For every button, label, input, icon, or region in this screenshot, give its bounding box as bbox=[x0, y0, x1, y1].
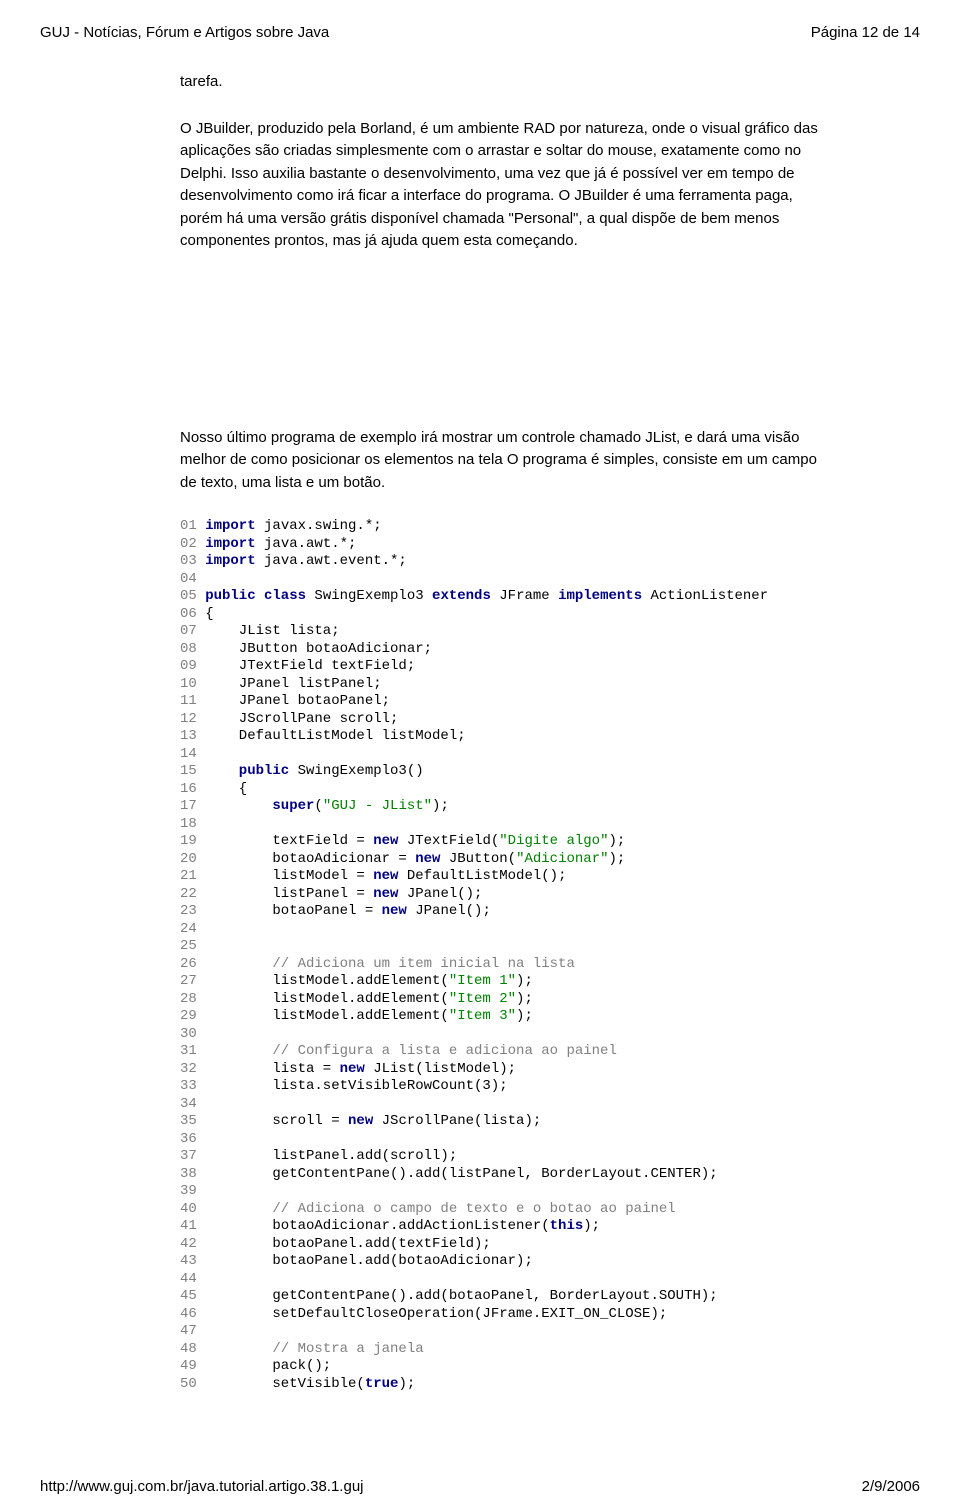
code-line: 30 bbox=[180, 1026, 820, 1044]
code-line: 19 textField = new JTextField("Digite al… bbox=[180, 833, 820, 851]
code-line: 09 JTextField textField; bbox=[180, 658, 820, 676]
code-line: 41 botaoAdicionar.addActionListener(this… bbox=[180, 1218, 820, 1236]
code-line: 25 bbox=[180, 938, 820, 956]
code-line: 20 botaoAdicionar = new JButton("Adicion… bbox=[180, 851, 820, 869]
code-line: 38 getContentPane().add(listPanel, Borde… bbox=[180, 1166, 820, 1184]
code-line: 14 bbox=[180, 746, 820, 764]
code-line: 13 DefaultListModel listModel; bbox=[180, 728, 820, 746]
footer-url: http://www.guj.com.br/java.tutorial.arti… bbox=[40, 1478, 364, 1495]
code-line: 49 pack(); bbox=[180, 1358, 820, 1376]
code-line: 08 JButton botaoAdicionar; bbox=[180, 641, 820, 659]
code-line: 31 // Configura a lista e adiciona ao pa… bbox=[180, 1043, 820, 1061]
code-line: 02import java.awt.*; bbox=[180, 536, 820, 554]
code-line: 46 setDefaultCloseOperation(JFrame.EXIT_… bbox=[180, 1306, 820, 1324]
code-line: 42 botaoPanel.add(textField); bbox=[180, 1236, 820, 1254]
paragraph-2: O JBuilder, produzido pela Borland, é um… bbox=[180, 118, 820, 253]
code-line: 17 super("GUJ - JList"); bbox=[180, 798, 820, 816]
code-line: 34 bbox=[180, 1096, 820, 1114]
code-line: 48 // Mostra a janela bbox=[180, 1341, 820, 1359]
code-line: 22 listPanel = new JPanel(); bbox=[180, 886, 820, 904]
code-line: 50 setVisible(true); bbox=[180, 1376, 820, 1394]
spacer bbox=[180, 277, 820, 427]
paragraph-3: Nosso último programa de exemplo irá mos… bbox=[180, 427, 820, 495]
code-line: 24 bbox=[180, 921, 820, 939]
article-content: tarefa. O JBuilder, produzido pela Borla… bbox=[40, 71, 920, 1393]
code-line: 40 // Adiciona o campo de texto e o bota… bbox=[180, 1201, 820, 1219]
page-header: GUJ - Notícias, Fórum e Artigos sobre Ja… bbox=[40, 24, 920, 41]
code-line: 07 JList lista; bbox=[180, 623, 820, 641]
code-listing: 01import javax.swing.*;02import java.awt… bbox=[180, 518, 820, 1393]
code-line: 47 bbox=[180, 1323, 820, 1341]
page: GUJ - Notícias, Fórum e Artigos sobre Ja… bbox=[0, 0, 960, 1511]
code-line: 29 listModel.addElement("Item 3"); bbox=[180, 1008, 820, 1026]
code-line: 43 botaoPanel.add(botaoAdicionar); bbox=[180, 1253, 820, 1271]
code-line: 12 JScrollPane scroll; bbox=[180, 711, 820, 729]
code-line: 04 bbox=[180, 571, 820, 589]
paragraph-1: tarefa. bbox=[180, 71, 820, 94]
code-line: 35 scroll = new JScrollPane(lista); bbox=[180, 1113, 820, 1131]
code-line: 28 listModel.addElement("Item 2"); bbox=[180, 991, 820, 1009]
code-line: 32 lista = new JList(listModel); bbox=[180, 1061, 820, 1079]
code-line: 01import javax.swing.*; bbox=[180, 518, 820, 536]
code-line: 45 getContentPane().add(botaoPanel, Bord… bbox=[180, 1288, 820, 1306]
code-line: 39 bbox=[180, 1183, 820, 1201]
code-line: 05public class SwingExemplo3 extends JFr… bbox=[180, 588, 820, 606]
code-line: 18 bbox=[180, 816, 820, 834]
code-line: 23 botaoPanel = new JPanel(); bbox=[180, 903, 820, 921]
code-line: 03import java.awt.event.*; bbox=[180, 553, 820, 571]
code-line: 33 lista.setVisibleRowCount(3); bbox=[180, 1078, 820, 1096]
code-line: 37 listPanel.add(scroll); bbox=[180, 1148, 820, 1166]
code-line: 26 // Adiciona um item inicial na lista bbox=[180, 956, 820, 974]
code-line: 10 JPanel listPanel; bbox=[180, 676, 820, 694]
code-line: 36 bbox=[180, 1131, 820, 1149]
code-line: 44 bbox=[180, 1271, 820, 1289]
page-footer: http://www.guj.com.br/java.tutorial.arti… bbox=[40, 1478, 920, 1495]
code-line: 16 { bbox=[180, 781, 820, 799]
code-line: 06{ bbox=[180, 606, 820, 624]
code-line: 27 listModel.addElement("Item 1"); bbox=[180, 973, 820, 991]
header-page-indicator: Página 12 de 14 bbox=[811, 24, 920, 41]
header-title: GUJ - Notícias, Fórum e Artigos sobre Ja… bbox=[40, 24, 329, 41]
code-line: 11 JPanel botaoPanel; bbox=[180, 693, 820, 711]
footer-date: 2/9/2006 bbox=[862, 1478, 920, 1495]
code-line: 15 public SwingExemplo3() bbox=[180, 763, 820, 781]
code-line: 21 listModel = new DefaultListModel(); bbox=[180, 868, 820, 886]
